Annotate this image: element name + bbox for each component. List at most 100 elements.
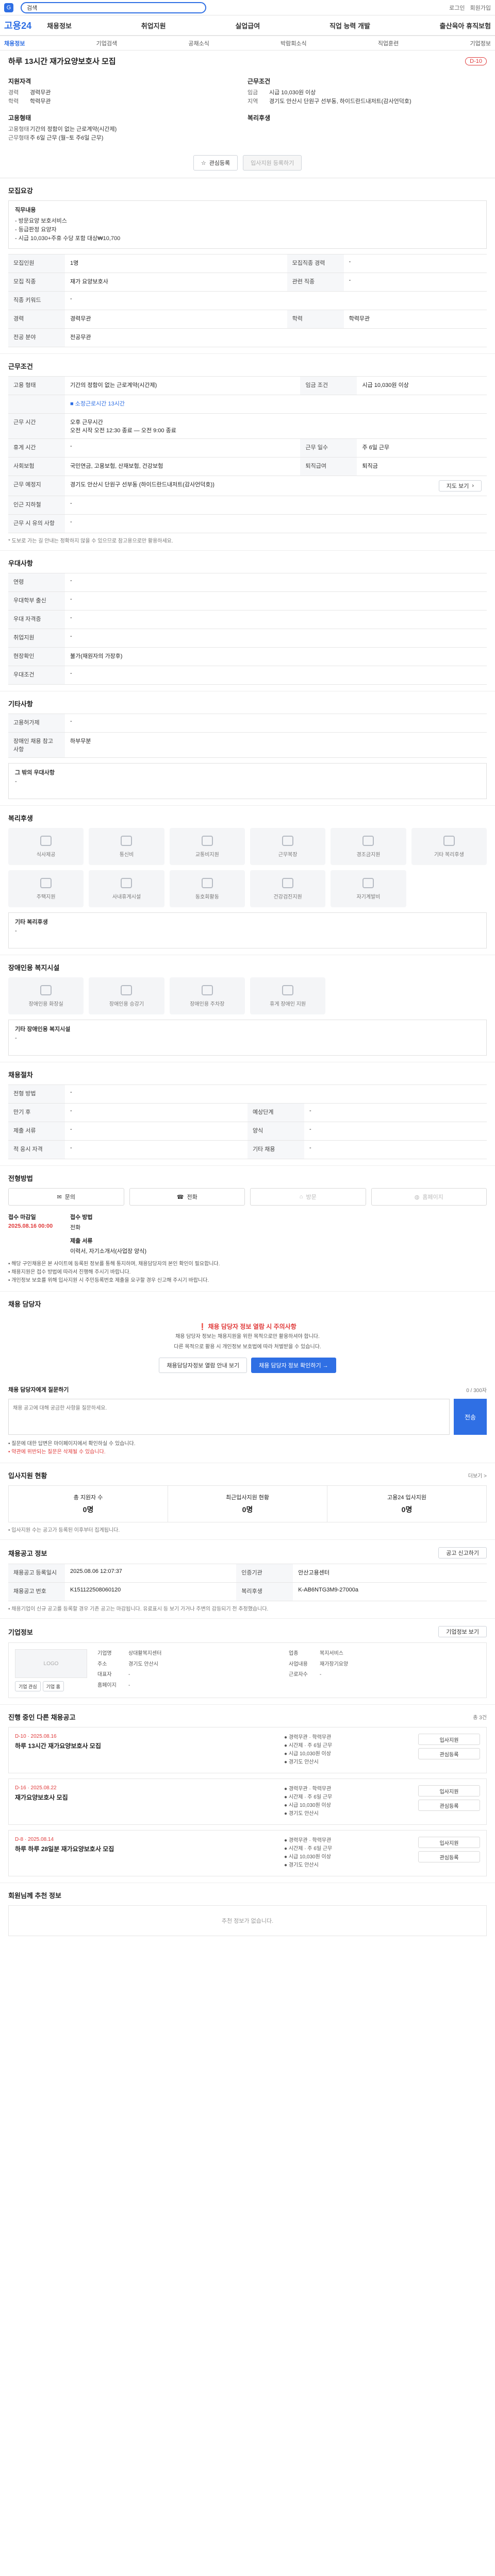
related-scrap-button[interactable]: 관심등록 [418, 1851, 480, 1862]
related-scrap-button[interactable]: 관심등록 [418, 1800, 480, 1811]
related-card[interactable]: D-8 · 2025.08.14 하루 하루 28일분 재가요양보호사 모집 ● … [8, 1830, 487, 1876]
cell-value: - [65, 610, 487, 629]
cell-label: 전공 분야 [8, 328, 65, 347]
report-button[interactable]: 공고 신고하기 [438, 1547, 487, 1558]
label: 경력 [8, 90, 19, 96]
apply-method-visit[interactable]: ⌂ 방문 [250, 1188, 366, 1206]
check-contact-button[interactable]: 채용 담당자 정보 확인하기 → [251, 1358, 336, 1373]
welfare-label: 근무복장 [278, 852, 298, 858]
brand-logo[interactable]: 고용24 [4, 19, 31, 32]
gnb-item[interactable]: 채용정보 [47, 21, 72, 30]
qna-send-button[interactable]: 전송 [454, 1399, 487, 1435]
method-col: 접수 방법 전화 제출 서류 이력서, 자기소개서(사업장 양식) [70, 1213, 225, 1255]
search-input[interactable] [27, 4, 200, 11]
map-button[interactable]: 지도 보기 › [438, 480, 482, 492]
related-apply-button[interactable]: 입사지원 [418, 1837, 480, 1848]
scrap-button[interactable]: ☆ 관심등록 [193, 155, 238, 171]
cell-value: 국민연금, 고용보험, 산재보험, 건강보험 [65, 457, 301, 476]
section-title: 기타사항 [8, 700, 33, 708]
stat-item: 총 지원자 수 0명 [9, 1486, 168, 1522]
meta-line: ● 경기도 안산시 [284, 1811, 319, 1817]
qna-textarea[interactable] [8, 1399, 450, 1435]
bullet: • 질문에 대한 답변은 마이페이지에서 확인하실 수 있습니다. [8, 1441, 136, 1447]
apply-method-phone[interactable]: ☎ 전화 [129, 1188, 245, 1206]
stats-section: 입사지원 현황 더보기 > 총 지원자 수 0명 최근입사지원 현황 0명 고용24… [0, 1463, 495, 1540]
cell-value: - [304, 1122, 487, 1141]
reg-table: 채용공고 등록일시 2025.08.06 12:07:37 인증기관 안산고용센터 채… [8, 1564, 487, 1601]
subnav-item[interactable]: 공채소식 [188, 39, 209, 47]
subnav-item[interactable]: 직업훈련 [378, 39, 399, 47]
related-card[interactable]: D-16 · 2025.08.22 재가요양보호사 모집 ● 경력무관 · 학력무… [8, 1778, 487, 1825]
cell-label: 인근 지하철 [8, 496, 65, 515]
stat-value: 0명 [82, 1505, 94, 1514]
cell-value: 하부무분 [65, 732, 487, 758]
table-row: 경력 경력무관 학력 학력무관 [8, 310, 487, 329]
apply-method-inquiry[interactable]: ✉ 문의 [8, 1188, 124, 1206]
company-follow-button[interactable]: 기업 관심 [15, 1681, 41, 1691]
related-title[interactable]: 재가요양보호사 모집 [15, 1793, 284, 1802]
related-actions: 입사지원관심등록 [418, 1837, 480, 1870]
subnav-item[interactable]: 채용정보 [4, 39, 25, 47]
cell-value: - [65, 573, 487, 592]
view-guide-button[interactable]: 채용담당자정보 열람 안내 보기 [159, 1358, 248, 1373]
method-label: 문의 [64, 1194, 75, 1200]
content-line: - 방문요양 보호서비스 [15, 218, 67, 224]
apply-methods: ✉ 문의 ☎ 전화 ⌂ 방문 ◍ 홈페이지 [8, 1188, 487, 1206]
gnb-item[interactable]: 직업 능력 개발 [329, 21, 370, 30]
company-home-button[interactable]: 기업 홈 [42, 1681, 64, 1691]
gnb-item[interactable]: 취업지원 [141, 21, 166, 30]
related-card[interactable]: D-10 · 2025.08.16 하루 13시간 재가요양보호사 모집 ● 경력… [8, 1727, 487, 1773]
table-row: 전형 방법 - [8, 1084, 487, 1104]
logo-icon[interactable]: G [4, 3, 13, 12]
table-row: 연령 - [8, 573, 487, 592]
meta-line: ● 경기도 안산시 [284, 1759, 319, 1765]
related-title[interactable]: 하루 하루 28일분 재가요양보호사 모집 [15, 1844, 284, 1853]
related-dday: D-16 · 2025.08.22 [15, 1785, 57, 1791]
related-scrap-button[interactable]: 관심등록 [418, 1748, 480, 1759]
apply-button[interactable]: 입사지원 등록하기 [243, 155, 302, 171]
table-row: 직종 키워드 - [8, 291, 487, 310]
cell-label: 인증기관 [236, 1564, 293, 1583]
related-title[interactable]: 하루 13시간 재가요양보호사 모집 [15, 1741, 284, 1750]
cell-label: 우대 자격증 [8, 610, 65, 629]
table-row: 채용공고 등록일시 2025.08.06 12:07:37 인증기관 안산고용센터 [8, 1564, 487, 1583]
cell-value: ■ 소정근로시간 13시간 [65, 395, 487, 414]
signup-link[interactable]: 회원가입 [470, 4, 491, 12]
qna-notes: • 질문에 대한 답변은 마이페이지에서 확인하실 수 있습니다. • 약관에 … [8, 1440, 487, 1456]
cell-label: 취업지원 [8, 629, 65, 648]
gnb-item[interactable]: 실업급여 [235, 21, 260, 30]
subnav-item[interactable]: 기업정보 [470, 39, 490, 47]
content-line: - 시급 10,030+주휴 수당 포함 대상₩10,700 [15, 235, 121, 242]
meta-line: ● 시급 10,030원 이상 [284, 1854, 331, 1860]
elevator-icon [121, 985, 133, 995]
disability-label: 휴게 장애인 지원 [270, 1001, 306, 1007]
cell-value: - [304, 1103, 487, 1122]
table-row: 근무 시간 오후 근무시간 오전 시작 오전 12:30 종료 — 오전 9:00… [8, 413, 487, 439]
qna-form: 전송 [8, 1399, 487, 1435]
visit-icon: ⌂ [299, 1194, 303, 1200]
subnav-item[interactable]: 기업검색 [96, 39, 117, 47]
login-link[interactable]: 로그인 [449, 4, 465, 12]
contact-line: 다른 목적으로 활용 시 개인정보 보호법에 따라 처벌받을 수 있습니다. [174, 1344, 321, 1350]
value: - [128, 1672, 130, 1677]
disability-label: 장애인용 승강기 [109, 1001, 144, 1007]
apply-method-homepage[interactable]: ◍ 홈페이지 [371, 1188, 487, 1206]
meta-line: ● 시급 10,030원 이상 [284, 1803, 331, 1808]
cell-label: 기타 채용 [248, 1140, 304, 1159]
phone-icon: ☎ [176, 1194, 184, 1200]
cell-value: - [65, 1122, 248, 1141]
related-apply-button[interactable]: 입사지원 [418, 1734, 480, 1745]
value: 학력무관 [30, 98, 51, 105]
gnb-item[interactable]: 출산육아 휴직보험 [440, 21, 491, 30]
related-apply-button[interactable]: 입사지원 [418, 1785, 480, 1797]
cell-label: 모집인원 [8, 254, 65, 273]
subnav-item[interactable]: 박람회소식 [280, 39, 307, 47]
search-box[interactable] [21, 2, 206, 13]
cell-value: 2025.08.06 12:07:37 [65, 1564, 237, 1583]
cell-label: 근무 시간 [8, 413, 65, 439]
stat-value: 0명 [242, 1505, 253, 1514]
welfare-item: 건강검진지원 [250, 870, 326, 907]
company-details: 기업명 상대활복지센터 업종 복지서비스 주소 경기도 안산시 사업내용 재가장기요양 대표… [97, 1649, 480, 1691]
stats-more-link[interactable]: 더보기 > [468, 1471, 487, 1479]
company-info-button[interactable]: 기업정보 보기 [438, 1626, 487, 1637]
